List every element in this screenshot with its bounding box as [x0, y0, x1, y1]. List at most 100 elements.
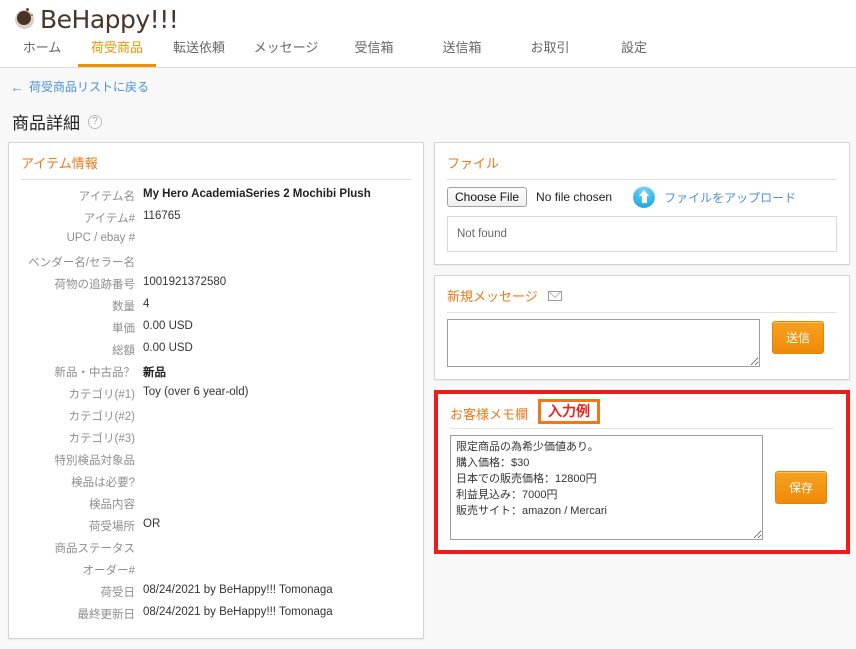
new-message-title-label: 新規メッセージ [447, 289, 538, 304]
row-value: Toy (over 6 year-old) [143, 386, 249, 398]
no-file-chosen-label: No file chosen [536, 190, 613, 204]
table-row: ベンダー名/セラー名 [21, 252, 411, 274]
table-row: 荷受場所 OR [21, 516, 411, 538]
brand-name: BeHappy!!! [40, 4, 179, 34]
file-list-empty: Not found [447, 216, 837, 252]
row-label: 数量 [112, 301, 135, 313]
coffee-bean-icon [14, 8, 36, 30]
row-label: アイテム# [83, 213, 135, 225]
nav-item-outbox[interactable]: 送信箱 [418, 34, 506, 67]
row-label: ベンダー名/セラー名 [28, 257, 135, 269]
customer-memo-textarea[interactable] [450, 435, 763, 541]
table-row: カテゴリ(#1) Toy (over 6 year-old) [21, 384, 411, 406]
choose-file-button[interactable]: Choose File [447, 187, 528, 207]
nav-label: ホーム [22, 40, 62, 55]
nav-item-home[interactable]: ホーム [6, 34, 78, 67]
row-label: オーダー# [82, 565, 135, 577]
table-row: UPC / ebay # [21, 230, 411, 252]
row-label: カテゴリ(#2) [68, 411, 135, 423]
row-label: カテゴリ(#1) [68, 389, 135, 401]
row-value [143, 252, 411, 274]
brand-logo[interactable]: BeHappy!!! [0, 0, 856, 34]
nav-label: 受信箱 [354, 40, 394, 55]
row-label: 商品ステータス [54, 543, 136, 555]
left-column: アイテム情報 アイテム名 My Hero AcademiaSeries 2 Mo… [8, 142, 424, 649]
question-mark-icon[interactable]: ? [88, 114, 102, 129]
row-label: 総額 [112, 345, 135, 357]
table-row: 数量 4 [21, 296, 411, 318]
nav-item-transactions[interactable]: お取引 [506, 34, 594, 67]
arrow-left-icon: ← [10, 78, 24, 95]
row-label: 荷受日 [100, 587, 136, 599]
row-value: 4 [143, 298, 150, 310]
envelope-icon [547, 290, 562, 301]
right-column: ファイル Choose File No file chosen ファイルをアップ… [434, 142, 850, 555]
row-value [143, 494, 411, 516]
message-textarea[interactable] [447, 319, 760, 367]
row-value: 新品 [143, 367, 166, 379]
message-input-row: 送信 [447, 319, 837, 367]
table-row: 検品は必要? [21, 472, 411, 494]
nav-item-settings[interactable]: 設定 [594, 34, 674, 67]
nav-label: 設定 [620, 40, 647, 55]
item-info-card: アイテム情報 アイテム名 My Hero AcademiaSeries 2 Mo… [8, 142, 424, 639]
table-row: 特別検品対象品 [21, 450, 411, 472]
row-value: My Hero AcademiaSeries 2 Mochibi Plush [143, 188, 371, 200]
input-example-badge: 入力例 [538, 399, 601, 425]
row-label: 検品は必要? [71, 477, 135, 489]
page-title-row: 商品詳細 ? [10, 109, 856, 134]
content-columns: アイテム情報 アイテム名 My Hero AcademiaSeries 2 Mo… [0, 134, 856, 649]
row-value: 0.00 USD [143, 320, 193, 332]
table-row: 荷物の追跡番号 1001921372580 [21, 274, 411, 296]
customer-memo-title-label: お客様メモ欄 [450, 406, 529, 422]
row-value [143, 472, 411, 494]
table-row: 荷受日 08/24/2021 by BeHappy!!! Tomonaga [21, 582, 411, 604]
back-link-label: 荷受商品リストに戻る [29, 80, 150, 94]
file-card-title: ファイル [447, 153, 837, 180]
table-row: オーダー# [21, 560, 411, 582]
row-label: 最終更新日 [77, 609, 136, 621]
upload-file-link[interactable]: ファイルをアップロード [664, 189, 796, 206]
table-row: アイテム# 116765 [21, 208, 411, 230]
nav-label: お取引 [530, 40, 570, 55]
nav-item-messages[interactable]: メッセージ [242, 34, 330, 67]
row-label: 荷物の追跡番号 [54, 279, 136, 291]
customer-memo-card: お客様メモ欄 入力例 保存 [438, 394, 846, 551]
table-row: 検品内容 [21, 494, 411, 516]
row-value [143, 560, 411, 582]
send-button[interactable]: 送信 [772, 321, 825, 354]
save-button[interactable]: 保存 [775, 471, 828, 505]
row-value: OR [143, 518, 161, 530]
row-value [143, 230, 411, 252]
row-value [143, 406, 411, 428]
nav-item-forward-request[interactable]: 転送依頼 [156, 34, 242, 67]
file-upload-row: Choose File No file chosen ファイルをアップロード [447, 186, 837, 208]
upload-circle-icon[interactable] [633, 186, 656, 208]
row-value: 08/24/2021 by BeHappy!!! Tomonaga [143, 606, 333, 618]
nav-label: 転送依頼 [172, 40, 225, 55]
row-label: カテゴリ(#3) [68, 433, 135, 445]
nav-item-inbox[interactable]: 受信箱 [330, 34, 418, 67]
file-list-empty-label: Not found [457, 228, 507, 240]
item-info-table: アイテム名 My Hero AcademiaSeries 2 Mochibi P… [21, 186, 411, 626]
table-row: カテゴリ(#3) [21, 428, 411, 450]
item-info-title: アイテム情報 [21, 153, 411, 180]
table-row: 新品・中古品？ 新品 [21, 362, 411, 384]
back-to-list-link[interactable]: ← 荷受商品リストに戻る [10, 78, 149, 95]
nav-item-received-goods[interactable]: 荷受商品 [78, 34, 156, 67]
new-message-title: 新規メッセージ [447, 286, 837, 313]
top-bar: BeHappy!!! ホーム 荷受商品 転送依頼 メッセージ 受信箱 送信箱 お… [0, 0, 856, 68]
row-value: 08/24/2021 by BeHappy!!! Tomonaga [143, 584, 333, 596]
row-label: 単価 [112, 323, 135, 335]
nav-label: メッセージ [253, 40, 319, 55]
nav-label: 送信箱 [442, 40, 482, 55]
row-value: 0.00 USD [143, 342, 193, 354]
customer-memo-title: お客様メモ欄 入力例 [450, 399, 834, 430]
row-label: UPC / ebay # [66, 232, 135, 244]
row-label: アイテム名 [78, 191, 135, 203]
table-row: 最終更新日 08/24/2021 by BeHappy!!! Tomonaga [21, 604, 411, 626]
row-value [143, 538, 411, 560]
nav-label: 荷受商品 [90, 40, 143, 55]
table-row: 総額 0.00 USD [21, 340, 411, 362]
sub-header: ← 荷受商品リストに戻る 商品詳細 ? [0, 68, 856, 134]
